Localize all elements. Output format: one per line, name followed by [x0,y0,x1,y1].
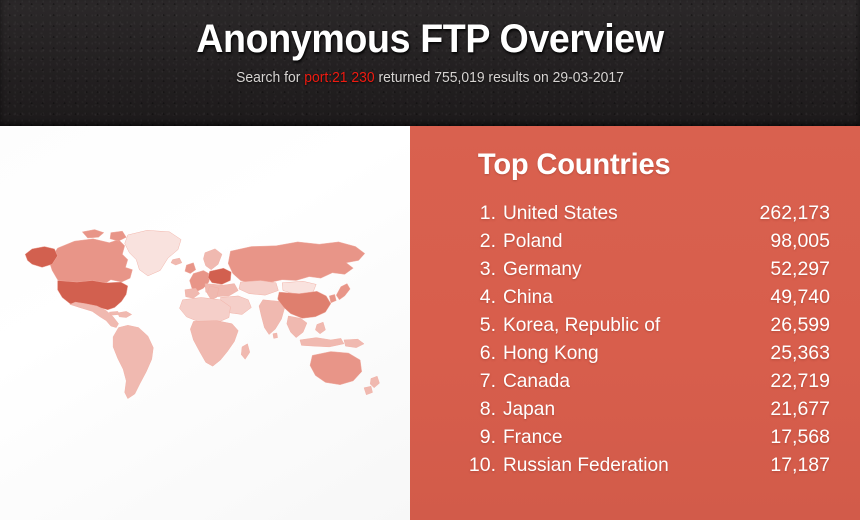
country-rank: 6. [479,341,496,364]
country-count: 17,568 [770,425,830,448]
list-item[interactable]: 4. China 49,740 [410,283,860,311]
search-summary-middle: returned [374,70,435,87]
result-count: 755,019 [434,70,485,87]
search-summary: Search for port:21 230 returned 755,019 … [17,61,843,87]
region-korea [329,294,336,302]
country-name: Japan [503,397,556,420]
search-query: port:21 230 [304,70,375,87]
search-summary-suffix: results on [484,70,553,87]
country-count: 52,297 [770,257,830,280]
country-count: 98,005 [770,229,830,252]
country-rank: 4. [479,285,496,308]
region-canada-baffin [110,231,126,241]
region-north-africa [180,297,231,322]
country-count: 25,363 [770,341,830,364]
world-choropleth-map [12,222,398,427]
region-canada [49,239,132,285]
page-title: Anonymous FTP Overview [196,17,664,61]
country-rank: 1. [479,201,496,224]
region-southern-europe [207,286,219,300]
region-germany-poland [208,268,231,284]
list-item[interactable]: 1. United States 262,173 [410,199,860,227]
region-papua-new-guinea [344,339,364,347]
country-name: Hong Kong [503,341,599,364]
region-scandinavia [203,249,222,270]
country-name: United States [503,201,618,224]
country-name: Russian Federation [503,453,669,476]
region-canada-arctic [82,230,104,238]
country-count: 17,187 [770,453,830,476]
region-india [259,300,284,335]
list-item[interactable]: 10. Russian Federation 17,187 [410,451,860,479]
list-item[interactable]: 5. Korea, Republic of 26,599 [410,311,860,339]
region-russia [228,242,365,284]
search-summary-prefix: Search for [236,70,305,87]
list-item[interactable]: 7. Canada 22,719 [410,367,860,395]
region-australia [310,352,362,385]
region-new-zealand [370,376,379,388]
region-iceland [171,258,182,265]
country-count: 26,599 [770,313,830,336]
country-name: China [503,285,553,308]
region-southeast-asia [287,316,307,338]
country-name: Germany [503,257,582,280]
region-new-zealand-south [364,386,372,394]
country-rank: 3. [479,257,496,280]
list-item[interactable]: 3. Germany 52,297 [410,255,860,283]
country-name: Korea, Republic of [503,313,661,336]
region-cuba [109,311,119,315]
region-madagascar [241,344,249,359]
region-uk [185,263,196,274]
region-kazakhstan [239,280,278,295]
list-item[interactable]: 6. Hong Kong 25,363 [410,339,860,367]
header-content: Anonymous FTP Overview Search for port:2… [0,0,860,88]
country-name: France [503,425,563,448]
region-indonesia [300,338,344,347]
region-greenland [125,230,181,276]
region-caribbean [118,311,132,317]
country-count: 262,173 [759,201,831,224]
country-rank: 5. [479,313,496,336]
top-countries-heading: Top Countries [477,148,671,181]
top-countries-list: 1. United States 262,173 2. Poland 98,00… [410,183,860,479]
top-countries-panel: Top Countries 1. United States 262,173 2… [410,126,860,520]
country-rank: 9. [479,425,496,448]
page-header: Anonymous FTP Overview Search for port:2… [0,0,860,126]
region-south-america [113,325,153,398]
region-japan [336,284,350,300]
country-count: 22,719 [770,369,830,392]
map-regions [25,230,379,399]
list-item[interactable]: 8. Japan 21,677 [410,395,860,423]
country-name: Canada [503,369,570,392]
country-rank: 10. [468,453,496,476]
country-rank: 8. [479,397,496,420]
country-count: 21,677 [770,397,830,420]
anonymous-ftp-overview-page: Anonymous FTP Overview Search for port:2… [0,0,860,520]
region-sri-lanka [273,333,278,338]
search-date: 29-03-2017 [552,70,624,87]
country-rank: 7. [479,369,496,392]
list-item[interactable]: 9. France 17,568 [410,423,860,451]
region-central-africa [190,321,238,367]
country-count: 49,740 [770,285,830,308]
map-panel [0,126,410,520]
country-rank: 2. [479,229,496,252]
list-item[interactable]: 2. Poland 98,005 [410,227,860,255]
region-philippines [315,322,325,334]
region-china [278,291,331,318]
country-name: Poland [503,229,563,252]
